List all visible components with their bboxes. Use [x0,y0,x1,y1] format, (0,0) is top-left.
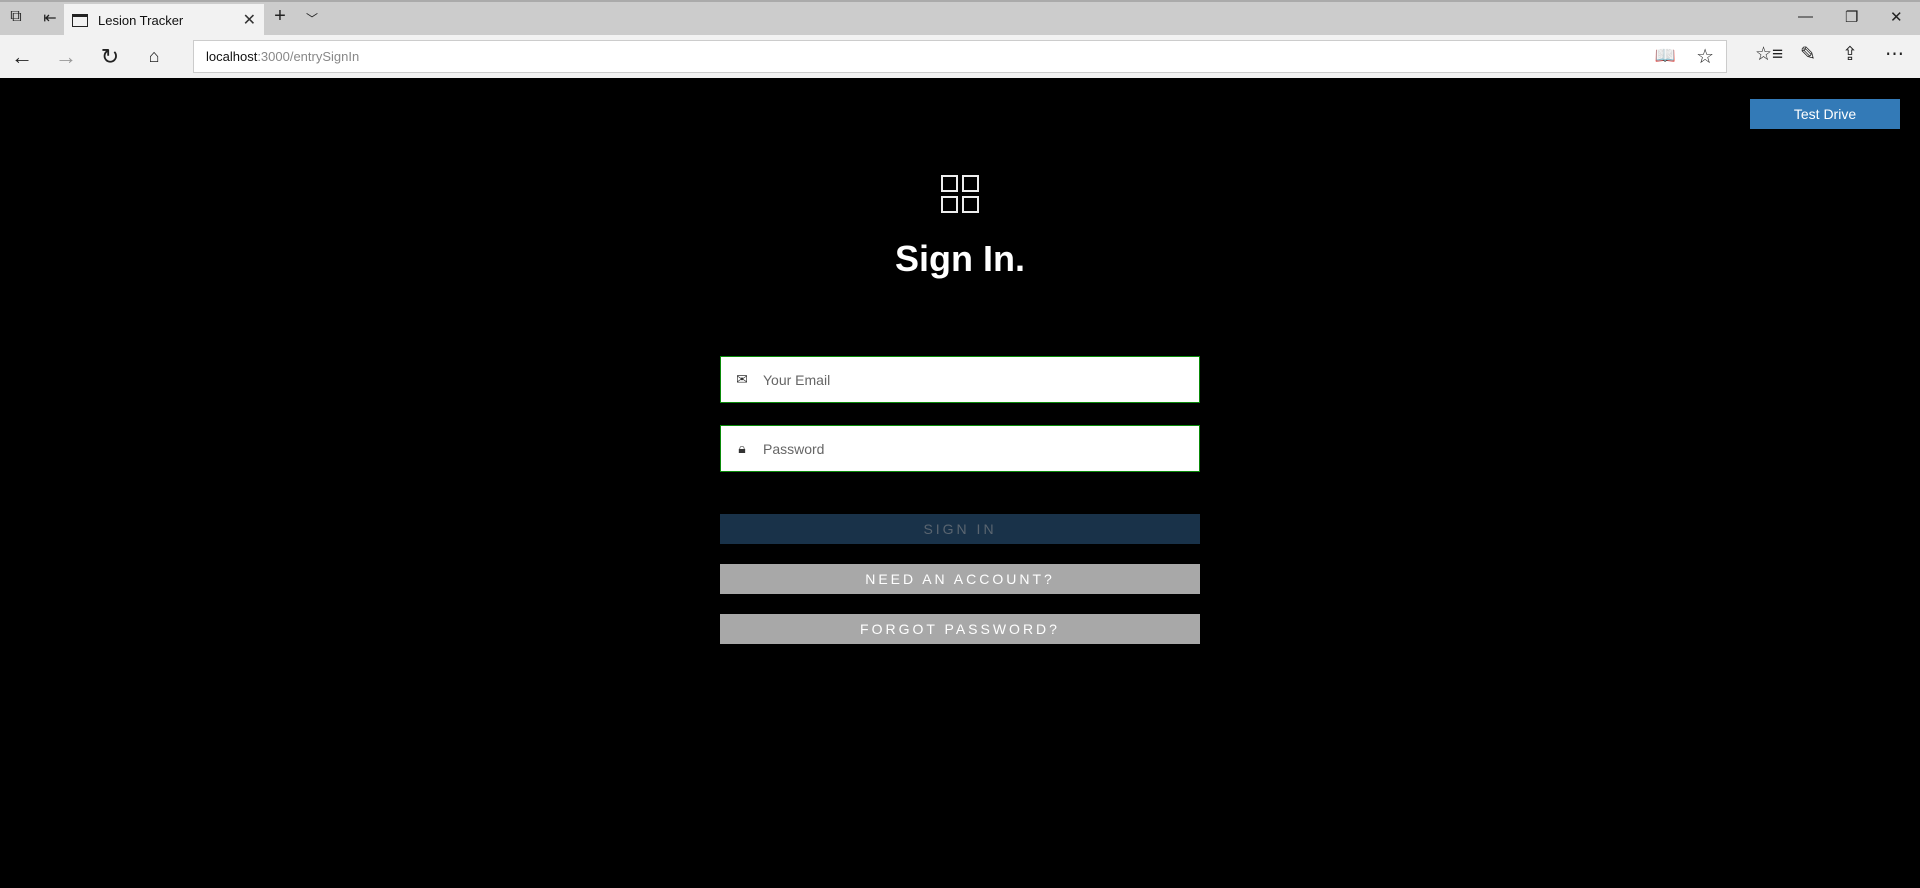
need-account-button[interactable]: NEED AN ACCOUNT? [720,564,1200,594]
forgot-password-button[interactable]: FORGOT PASSWORD? [720,614,1200,644]
page-title: Sign In. [895,238,1025,279]
email-input[interactable] [763,357,1199,402]
tab-sets-icon[interactable]: ⧉ [4,8,28,26]
close-tab-icon[interactable]: ✕ [243,10,256,30]
close-window-icon[interactable]: ✕ [1890,8,1903,26]
tab-bar: ⧉ ⇤ Lesion Tracker ✕ + ﹀ — ❐ ✕ [0,0,1920,37]
favorite-star-icon[interactable]: ☆ [1696,44,1714,69]
url-input[interactable]: localhost:3000/entrySignIn 📖 ☆ [193,40,1727,73]
test-drive-button[interactable]: Test Drive [1750,99,1900,129]
web-note-icon[interactable]: ✎ [1800,43,1816,66]
tab-lesion-tracker[interactable]: Lesion Tracker ✕ [64,4,264,37]
new-tab-icon[interactable]: + [268,5,292,28]
home-icon[interactable]: ⌂ [139,46,169,67]
share-icon[interactable]: ⇪ [1842,43,1858,66]
lock-icon: 🔒︎ [738,440,746,456]
favorites-hub-icon[interactable]: ☆≡ [1755,43,1783,66]
password-field[interactable]: 🔒︎ [720,425,1200,472]
tab-title: Lesion Tracker [98,13,184,28]
set-aside-tabs-icon[interactable]: ⇤ [38,8,62,28]
app-logo-icon [941,175,979,213]
url-host: localhost [206,49,258,64]
page-icon [72,14,88,27]
reading-view-icon[interactable]: 📖 [1655,46,1676,66]
forward-icon[interactable]: → [51,44,81,70]
refresh-icon[interactable]: ↻ [95,44,125,70]
chevron-down-icon[interactable]: ﹀ [300,10,324,27]
url-path: :3000/entrySignIn [257,49,360,64]
address-bar: ← → ↻ ⌂ localhost:3000/entrySignIn 📖 ☆ ☆… [0,35,1920,78]
email-field[interactable]: ✉ [720,356,1200,403]
minimize-icon[interactable]: — [1798,8,1813,25]
password-input[interactable] [763,426,1199,471]
envelope-icon: ✉ [736,371,748,387]
restore-icon[interactable]: ❐ [1845,8,1858,26]
more-icon[interactable]: ⋯ [1885,43,1904,66]
back-icon[interactable]: ← [7,44,37,70]
sign-in-button[interactable]: SIGN IN [720,514,1200,544]
